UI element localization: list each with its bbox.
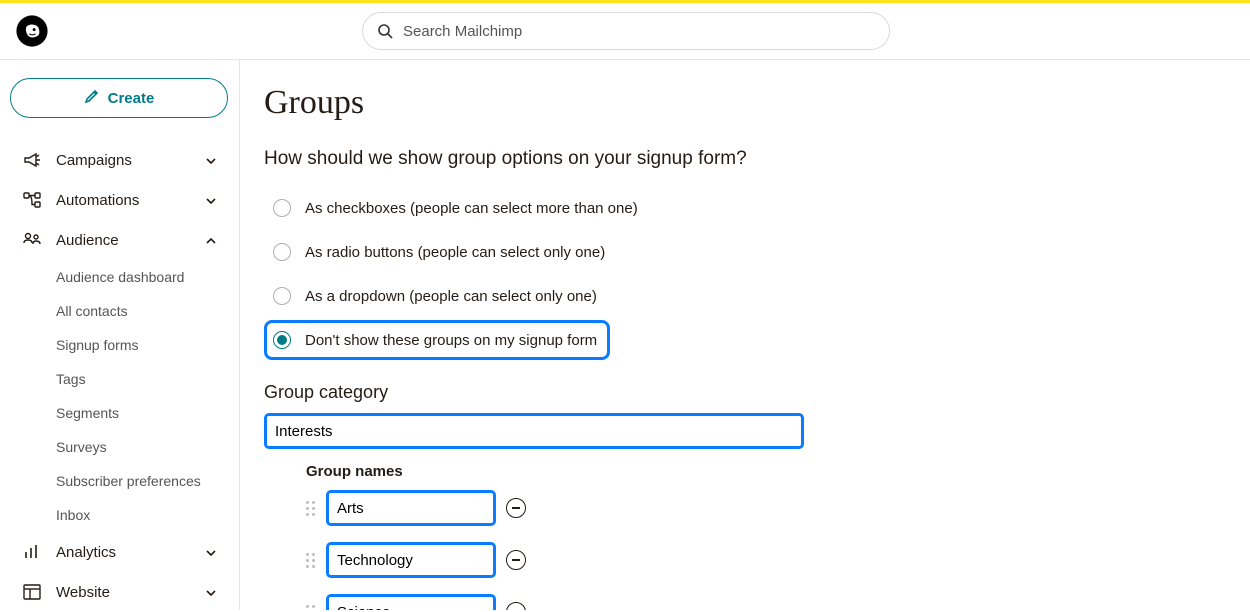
sidebar-item-campaigns[interactable]: Campaigns (10, 140, 229, 180)
radio-option-radio-buttons[interactable]: As radio buttons (people can select only… (264, 232, 618, 272)
minus-icon (512, 507, 520, 509)
radio-indicator (273, 331, 291, 349)
group-names-section: Group names (306, 463, 1226, 610)
drag-handle-icon[interactable] (306, 605, 316, 611)
search-icon (377, 23, 393, 39)
search-box[interactable] (362, 12, 890, 50)
sidebar-item-analytics[interactable]: Analytics (10, 532, 229, 572)
search-input[interactable] (403, 23, 875, 40)
sidebar: Create Campaigns Automations Audie (0, 60, 240, 610)
sub-item-subscriber-prefs[interactable]: Subscriber preferences (56, 464, 229, 498)
chevron-up-icon (205, 234, 217, 246)
create-label: Create (108, 90, 155, 107)
sub-item-segments[interactable]: Segments (56, 396, 229, 430)
radio-label: As radio buttons (people can select only… (305, 244, 605, 261)
chevron-down-icon (205, 194, 217, 206)
sub-item-signup-forms[interactable]: Signup forms (56, 328, 229, 362)
radio-group: As checkboxes (people can select more th… (264, 188, 1226, 360)
radio-dot (277, 335, 287, 345)
chevron-down-icon (205, 546, 217, 558)
megaphone-icon (22, 150, 42, 170)
sub-item-inbox[interactable]: Inbox (56, 498, 229, 532)
sidebar-label: Website (56, 584, 191, 601)
sub-item-tags[interactable]: Tags (56, 362, 229, 396)
page-title: Groups (264, 84, 1226, 122)
group-category-label: Group category (264, 382, 1226, 403)
logo[interactable] (12, 14, 52, 48)
group-name-input-2[interactable] (326, 594, 496, 610)
group-display-question: How should we show group options on your… (264, 148, 1226, 170)
pencil-icon (84, 88, 100, 108)
remove-group-button[interactable] (506, 602, 526, 610)
group-name-row (306, 542, 1226, 578)
drag-handle-icon[interactable] (306, 553, 316, 568)
group-name-input-0[interactable] (326, 490, 496, 526)
layout: Create Campaigns Automations Audie (0, 60, 1250, 610)
radio-label: Don't show these groups on my signup for… (305, 332, 597, 349)
group-name-input-1[interactable] (326, 542, 496, 578)
radio-option-dropdown[interactable]: As a dropdown (people can select only on… (264, 276, 610, 316)
radio-indicator (273, 287, 291, 305)
sidebar-item-website[interactable]: Website (10, 572, 229, 612)
minus-icon (512, 559, 520, 561)
sidebar-label: Automations (56, 192, 191, 209)
sub-item-dashboard[interactable]: Audience dashboard (56, 260, 229, 294)
bar-chart-icon (22, 542, 42, 562)
main-content: Groups How should we show group options … (240, 60, 1250, 610)
group-name-row (306, 594, 1226, 610)
remove-group-button[interactable] (506, 498, 526, 518)
radio-label: As a dropdown (people can select only on… (305, 288, 597, 305)
sidebar-label: Campaigns (56, 152, 191, 169)
radio-indicator (273, 199, 291, 217)
radio-indicator (273, 243, 291, 261)
sidebar-label: Audience (56, 232, 191, 249)
flow-icon (22, 190, 42, 210)
group-names-label: Group names (306, 463, 1226, 480)
drag-handle-icon[interactable] (306, 501, 316, 516)
audience-subnav: Audience dashboard All contacts Signup f… (10, 260, 229, 532)
sub-item-all-contacts[interactable]: All contacts (56, 294, 229, 328)
create-button[interactable]: Create (10, 78, 228, 118)
radio-option-hidden[interactable]: Don't show these groups on my signup for… (264, 320, 610, 360)
chevron-down-icon (205, 154, 217, 166)
people-icon (22, 230, 42, 250)
sidebar-item-audience[interactable]: Audience (10, 220, 229, 260)
radio-option-checkboxes[interactable]: As checkboxes (people can select more th… (264, 188, 651, 228)
sub-item-surveys[interactable]: Surveys (56, 430, 229, 464)
group-category-input[interactable] (264, 413, 804, 449)
top-header (0, 3, 1250, 60)
mailchimp-logo-icon (15, 14, 49, 48)
group-name-row (306, 490, 1226, 526)
remove-group-button[interactable] (506, 550, 526, 570)
sidebar-item-automations[interactable]: Automations (10, 180, 229, 220)
radio-label: As checkboxes (people can select more th… (305, 200, 638, 217)
chevron-down-icon (205, 586, 217, 598)
layout-icon (22, 582, 42, 602)
sidebar-label: Analytics (56, 544, 191, 561)
